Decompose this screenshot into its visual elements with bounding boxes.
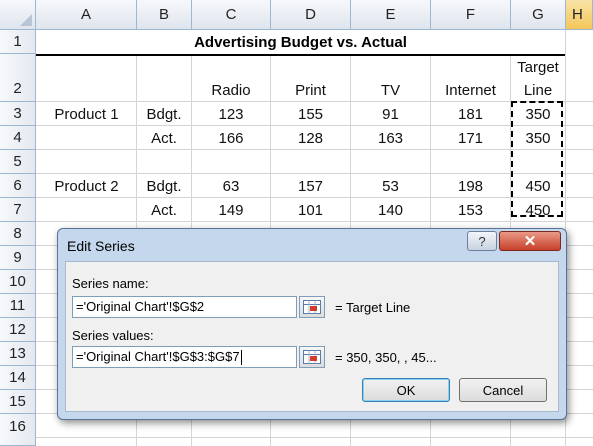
value-cell[interactable]: 155 (271, 102, 350, 126)
header-cell-print[interactable]: Print (271, 78, 350, 102)
series-name-label: Series name: (72, 276, 149, 291)
collapse-dialog-button[interactable] (299, 346, 325, 368)
header-cell-internet[interactable]: Internet (431, 78, 510, 102)
value-cell[interactable]: 171 (431, 126, 510, 150)
row-header-3[interactable]: 3 (0, 102, 36, 126)
target-cell[interactable]: 350 (511, 102, 565, 126)
header-cell-target-line-2[interactable]: Line (511, 78, 565, 102)
column-header-h[interactable]: H (566, 0, 593, 30)
kind-cell[interactable]: Act. (137, 126, 191, 150)
value-cell[interactable]: 198 (431, 174, 510, 198)
text-caret (240, 350, 242, 366)
series-name-preview: = Target Line (335, 300, 411, 315)
series-name-field[interactable]: ='Original Chart'!$G$2 (72, 296, 297, 318)
header-cell-radio[interactable]: Radio (192, 78, 270, 102)
sheet-title-cell[interactable]: Advertising Budget vs. Actual (36, 30, 565, 56)
edit-series-dialog: Edit Series ? ✕ Series name: ='Original … (57, 228, 567, 420)
kind-cell[interactable]: Bdgt. (137, 174, 191, 198)
row-header-6[interactable]: 6 (0, 174, 36, 198)
value-cell[interactable]: 157 (271, 174, 350, 198)
kind-cell[interactable]: Bdgt. (137, 102, 191, 126)
value-cell[interactable]: 140 (351, 198, 430, 222)
row-header-9[interactable]: 9 (0, 246, 36, 270)
value-cell[interactable]: 149 (192, 198, 270, 222)
value-cell[interactable]: 53 (351, 174, 430, 198)
ok-button[interactable]: OK (362, 378, 450, 402)
value-cell[interactable]: 63 (192, 174, 270, 198)
target-cell[interactable]: 450 (511, 174, 565, 198)
value-cell[interactable]: 91 (351, 102, 430, 126)
gridline (36, 437, 593, 438)
kind-cell[interactable]: Act. (137, 198, 191, 222)
value-cell[interactable]: 101 (271, 198, 350, 222)
series-values-text: ='Original Chart'!$G$3:$G$7 (76, 349, 240, 364)
select-all-button[interactable] (0, 0, 36, 30)
cancel-button[interactable]: Cancel (459, 378, 547, 402)
row-header-16[interactable]: 16 (0, 414, 36, 446)
column-header-a[interactable]: A (36, 0, 137, 30)
value-cell[interactable]: 166 (192, 126, 270, 150)
row-header-2[interactable]: 2 (0, 54, 36, 102)
column-header-g[interactable]: G (511, 0, 566, 30)
row-header-4[interactable]: 4 (0, 126, 36, 150)
row-header-11[interactable]: 11 (0, 294, 36, 318)
dialog-title: Edit Series (67, 238, 135, 254)
row-header-14[interactable]: 14 (0, 366, 36, 390)
column-header-f[interactable]: F (431, 0, 511, 30)
product-cell[interactable]: Product 2 (37, 174, 136, 198)
value-cell[interactable]: 153 (431, 198, 510, 222)
row-header-7[interactable]: 7 (0, 198, 36, 222)
row-header-10[interactable]: 10 (0, 270, 36, 294)
collapse-dialog-button[interactable] (299, 296, 325, 318)
row-header-12[interactable]: 12 (0, 318, 36, 342)
range-select-icon (303, 350, 321, 364)
row-header-8[interactable]: 8 (0, 222, 36, 246)
value-cell[interactable]: 128 (271, 126, 350, 150)
help-button[interactable]: ? (467, 231, 497, 251)
series-values-preview: = 350, 350, , 45... (335, 350, 437, 365)
row-header-5[interactable]: 5 (0, 150, 36, 174)
product-cell[interactable]: Product 1 (37, 102, 136, 126)
value-cell[interactable]: 163 (351, 126, 430, 150)
row-header-15[interactable]: 15 (0, 390, 36, 414)
range-select-icon (303, 300, 321, 314)
target-cell[interactable]: 350 (511, 126, 565, 150)
header-cell-tv[interactable]: TV (351, 78, 430, 102)
column-header-b[interactable]: B (137, 0, 192, 30)
row-header-13[interactable]: 13 (0, 342, 36, 366)
value-cell[interactable]: 123 (192, 102, 270, 126)
header-cell-target-line-1[interactable]: Target (511, 55, 565, 79)
series-values-field[interactable]: ='Original Chart'!$G$3:$G$7 (72, 346, 297, 368)
close-button[interactable]: ✕ (499, 231, 561, 251)
column-header-e[interactable]: E (351, 0, 431, 30)
column-header-c[interactable]: C (192, 0, 271, 30)
value-cell[interactable]: 181 (431, 102, 510, 126)
dialog-body: Series name: ='Original Chart'!$G$2 = Ta… (65, 261, 559, 412)
column-header-d[interactable]: D (271, 0, 351, 30)
series-values-label: Series values: (72, 328, 154, 343)
row-header-1[interactable]: 1 (0, 30, 36, 54)
target-cell[interactable]: 450 (511, 198, 565, 222)
